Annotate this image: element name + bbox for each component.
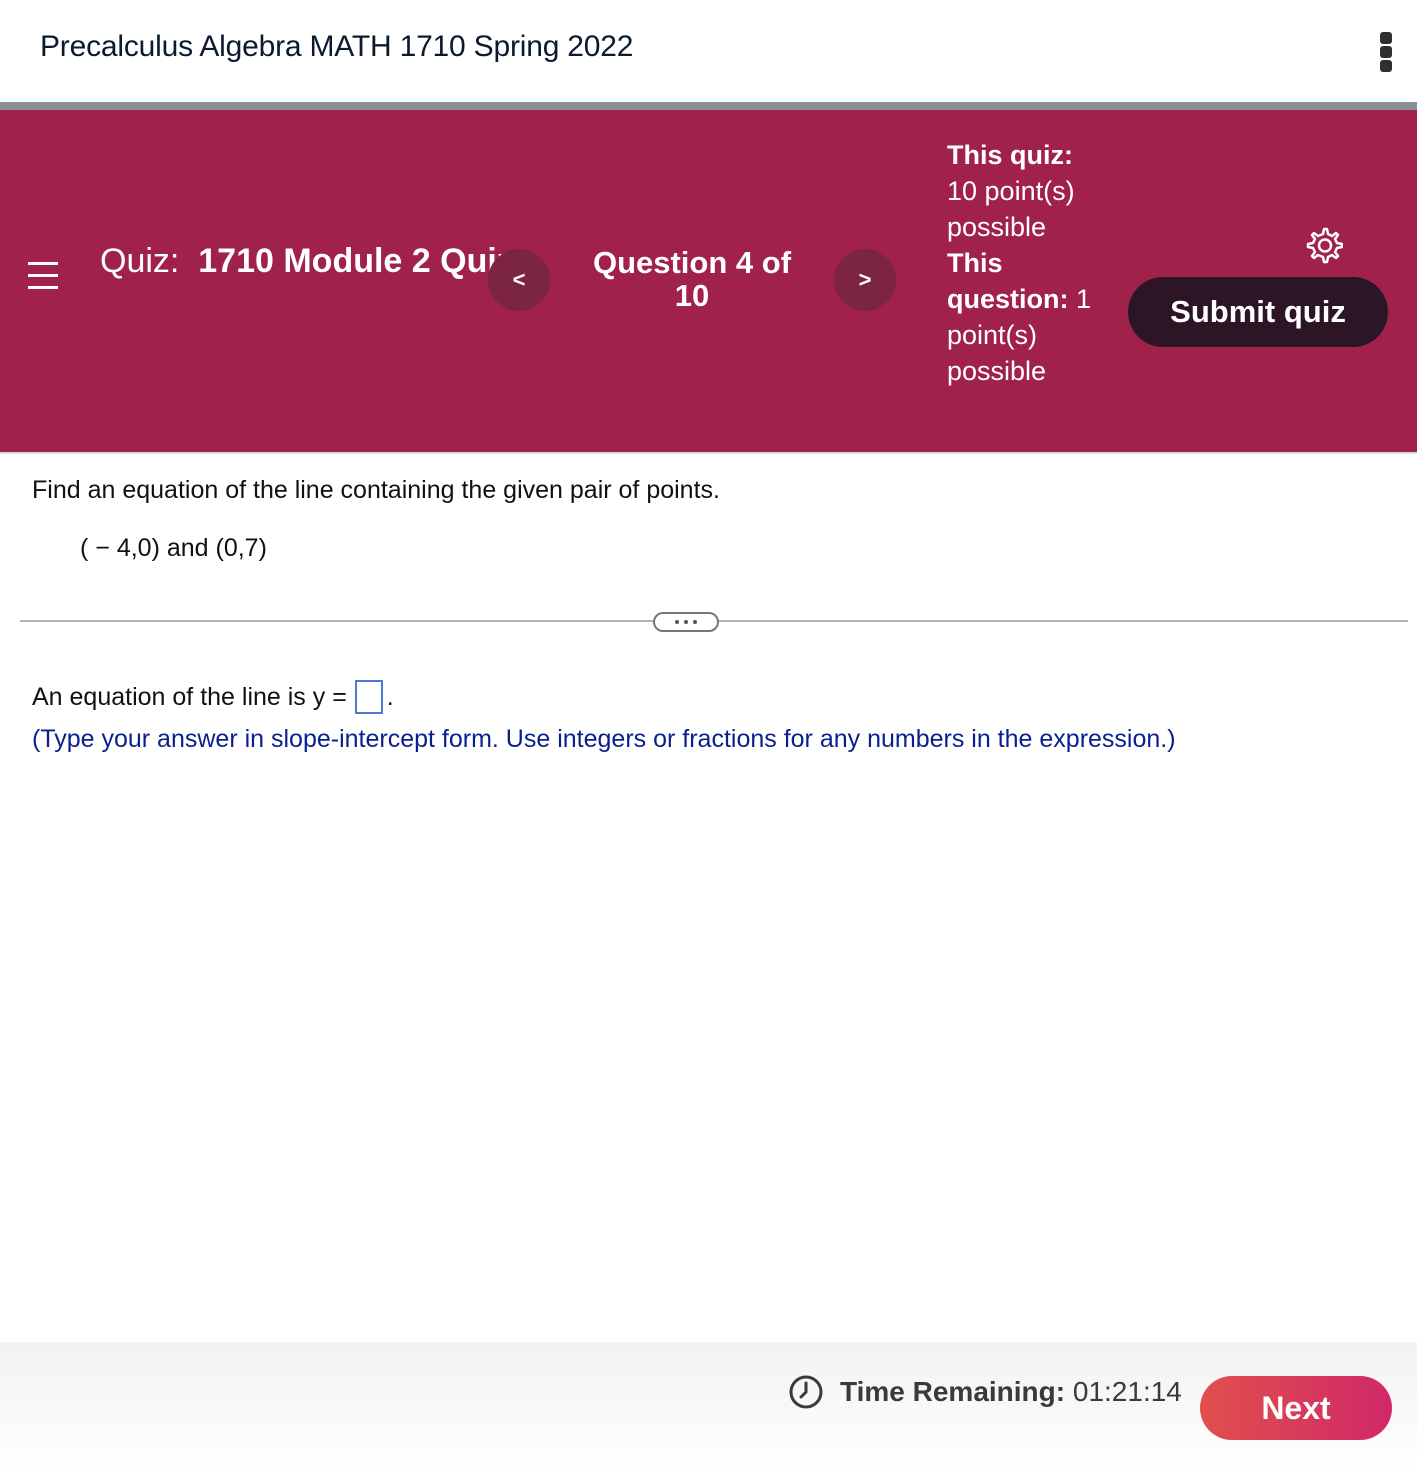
- quiz-points-label: This quiz:: [947, 140, 1073, 170]
- question-counter: Question 4 of 10: [592, 245, 792, 313]
- quiz-points-value: 10 point(s) possible: [947, 176, 1075, 242]
- header-divider: [0, 452, 1417, 454]
- time-remaining: Time Remaining: 01:21:14: [840, 1376, 1182, 1408]
- submit-quiz-button[interactable]: Submit quiz: [1128, 277, 1388, 347]
- given-points: ( − 4,0) and (0,7): [80, 534, 267, 562]
- points-info: This quiz: 10 point(s) possible This que…: [947, 137, 1097, 389]
- chevron-left-icon: <: [512, 267, 526, 292]
- gear-icon[interactable]: [1305, 226, 1343, 264]
- next-question-button[interactable]: >: [834, 249, 896, 311]
- time-remaining-label: Time Remaining:: [840, 1376, 1066, 1407]
- time-remaining-value: 01:21:14: [1072, 1376, 1182, 1407]
- clock-icon: [789, 1375, 823, 1409]
- quiz-title: Quiz: 1710 Module 2 Quiz: [100, 243, 514, 279]
- question-prompt: Find an equation of the line containing …: [32, 476, 720, 504]
- answer-suffix: .: [386, 682, 394, 711]
- quiz-header: Quiz: 1710 Module 2 Quiz < Question 4 of…: [0, 110, 1417, 452]
- answer-input[interactable]: [354, 680, 383, 714]
- kebab-menu-icon[interactable]: [1380, 32, 1394, 72]
- top-bar: Precalculus Algebra MATH 1710 Spring 202…: [0, 0, 1417, 102]
- chevron-right-icon: >: [858, 267, 872, 292]
- expand-toggle-button[interactable]: [653, 612, 719, 632]
- answer-prefix: An equation of the line is y =: [32, 682, 347, 711]
- divider-strip: [0, 102, 1417, 110]
- quiz-title-name: 1710 Module 2 Quiz: [198, 242, 514, 280]
- course-title: Precalculus Algebra MATH 1710 Spring 202…: [40, 30, 634, 63]
- quiz-title-prefix: Quiz:: [100, 242, 180, 280]
- hamburger-menu-icon[interactable]: [28, 262, 58, 292]
- answer-line: An equation of the line is y = .: [32, 680, 394, 714]
- previous-question-button[interactable]: <: [488, 249, 550, 311]
- question-points-label: This question:: [947, 248, 1069, 314]
- next-button[interactable]: Next: [1200, 1376, 1392, 1440]
- answer-instruction: (Type your answer in slope-intercept for…: [32, 725, 1176, 753]
